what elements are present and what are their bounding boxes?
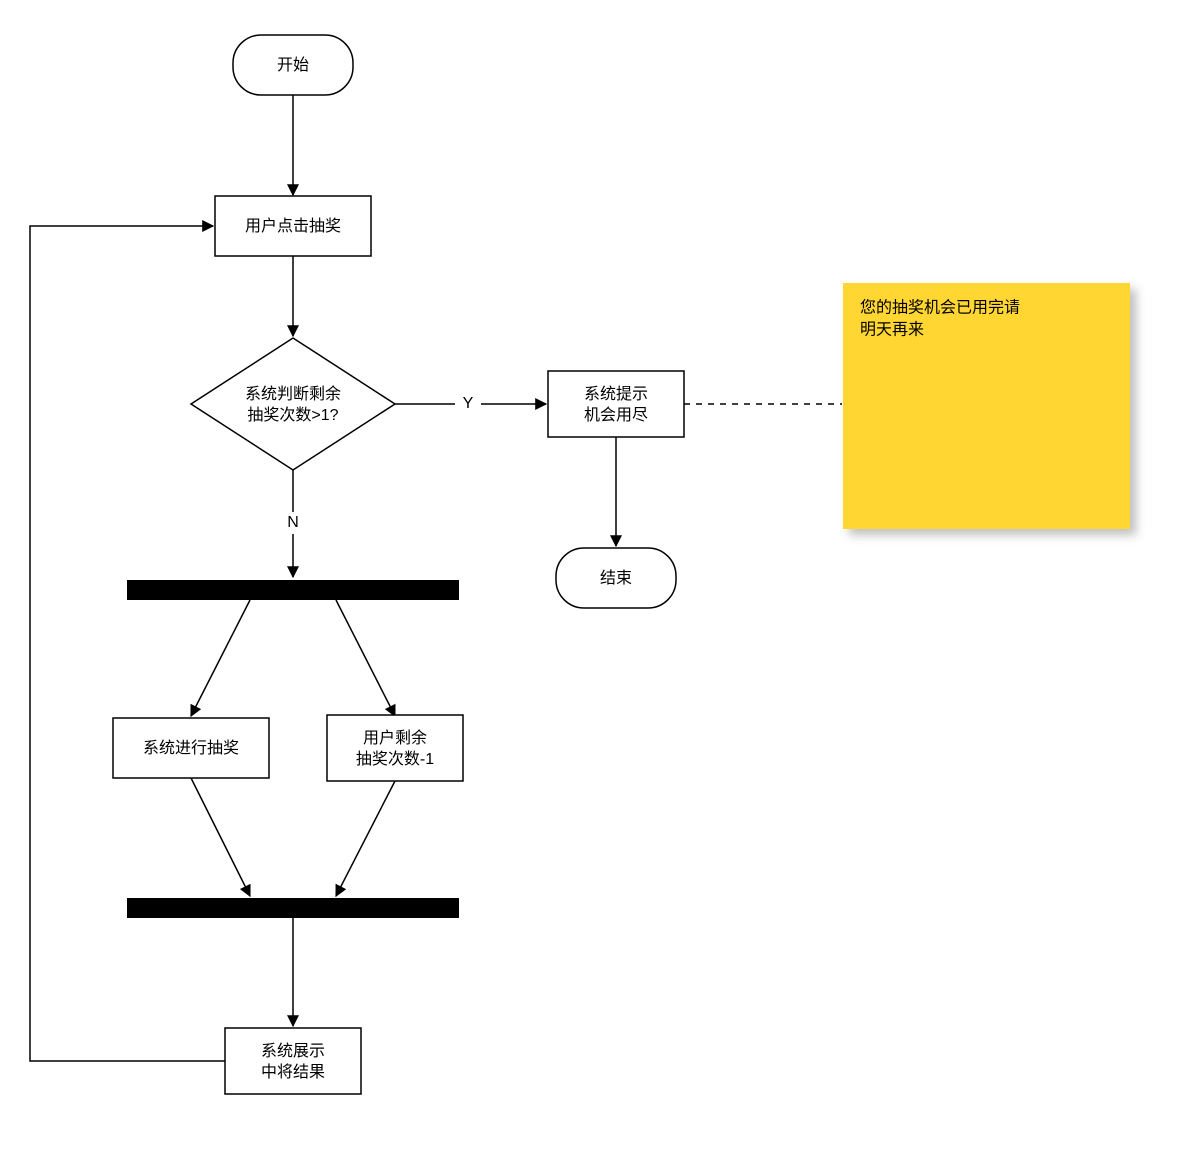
node-parallel-right-line2: 抽奖次数-1	[356, 750, 434, 768]
node-decision-line1: 系统判断剩余	[245, 384, 341, 403]
edge-fork-left	[191, 600, 250, 716]
edge-right-to-join	[336, 781, 395, 896]
node-parallel-right: 用户剩余 抽奖次数-1	[327, 715, 463, 781]
node-parallel-left-label: 系统进行抽奖	[143, 739, 239, 757]
node-user-click-label: 用户点击抽奖	[245, 217, 341, 235]
sticky-note-line1: 您的抽奖机会已用完请	[860, 298, 1020, 316]
sticky-note-line2: 明天再来	[860, 320, 924, 338]
node-prompt-used: 系统提示 机会用尽	[548, 371, 684, 437]
node-parallel-left: 系统进行抽奖	[113, 718, 269, 778]
node-decision: 系统判断剩余 抽奖次数>1?	[191, 338, 395, 470]
node-decision-line2: 抽奖次数>1?	[247, 406, 338, 424]
sticky-note: 您的抽奖机会已用完请 明天再来	[843, 283, 1130, 529]
node-start-label: 开始	[277, 56, 309, 74]
node-end-label: 结束	[600, 569, 632, 587]
node-user-click: 用户点击抽奖	[215, 196, 371, 256]
node-prompt-line2: 机会用尽	[584, 406, 648, 424]
fork-bar	[127, 580, 459, 600]
edge-label-no: N	[287, 514, 299, 531]
edge-label-yes: Y	[463, 395, 474, 412]
node-prompt-line1: 系统提示	[584, 385, 648, 403]
node-parallel-right-line1: 用户剩余	[363, 728, 427, 747]
node-show-result-line2: 中将结果	[261, 1063, 325, 1081]
edge-fork-right	[336, 600, 395, 716]
flowchart-canvas: 开始 用户点击抽奖 系统判断剩余 抽奖次数>1? Y 系统提示 机会用尽 您的抽…	[0, 0, 1188, 1170]
edge-left-to-join	[191, 778, 250, 896]
edge-decision-yes: Y	[395, 395, 546, 412]
node-end: 结束	[556, 548, 676, 608]
node-start: 开始	[233, 35, 353, 95]
join-bar	[127, 898, 459, 918]
edge-loop-back	[30, 226, 225, 1061]
edge-decision-no: N	[287, 470, 299, 577]
node-show-result: 系统展示 中将结果	[225, 1028, 361, 1094]
node-show-result-line1: 系统展示	[261, 1042, 325, 1060]
